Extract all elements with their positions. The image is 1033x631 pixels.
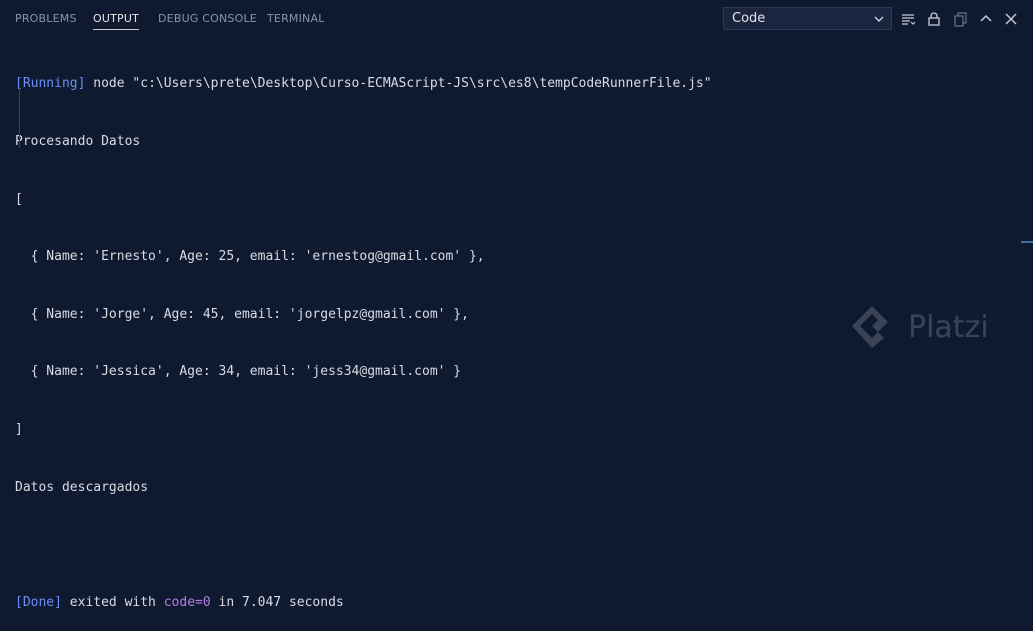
output-channel-select[interactable]: Code [723, 7, 892, 30]
output-channel-value: Code [732, 11, 766, 26]
log-line-command: [Running] node "c:\Users\prete\Desktop\C… [15, 74, 1033, 93]
log-line: ] [15, 421, 23, 437]
close-icon[interactable] [1003, 11, 1019, 27]
scrollbar-marker [1021, 241, 1033, 243]
log-line: { Name: 'Ernesto', Age: 25, email: 'erne… [15, 249, 485, 265]
log-line: Datos descargados [15, 479, 149, 495]
tab-terminal[interactable]: TERMINAL [267, 12, 325, 25]
running-tag: [Running] [15, 76, 86, 92]
done-tag: [Done] [15, 594, 62, 610]
done-text: exited with [61, 594, 164, 610]
log-line-empty [15, 535, 1033, 554]
chevron-up-icon[interactable] [978, 11, 994, 27]
log-line-done: [Done] exited with code=0 in 7.047 secon… [15, 593, 1033, 612]
copy-icon[interactable] [953, 11, 969, 27]
log-line: { Name: 'Jessica', Age: 34, email: 'jess… [15, 364, 462, 380]
platzi-watermark: Platzi [848, 302, 1028, 352]
filter-lines-icon[interactable] [900, 11, 916, 27]
chevron-down-icon [874, 16, 884, 22]
log-line: [ [15, 191, 23, 207]
done-duration: in 7.047 seconds [210, 594, 344, 610]
indent-guide [19, 88, 20, 148]
tab-problems[interactable]: PROBLEMS [15, 12, 77, 25]
command-text: node "c:\Users\prete\Desktop\Curso-ECMAS… [85, 76, 712, 92]
tab-debug-console[interactable]: DEBUG CONSOLE [158, 12, 257, 25]
log-line: Procesando Datos [15, 134, 141, 149]
watermark-text: Platzi [908, 310, 989, 345]
exit-code: code=0 [163, 594, 211, 610]
lock-icon[interactable] [926, 11, 942, 27]
panel-tab-bar: PROBLEMS OUTPUT DEBUG CONSOLE TERMINAL C… [0, 0, 1033, 36]
tab-output[interactable]: OUTPUT [93, 12, 140, 30]
platzi-logo-icon [852, 306, 888, 348]
